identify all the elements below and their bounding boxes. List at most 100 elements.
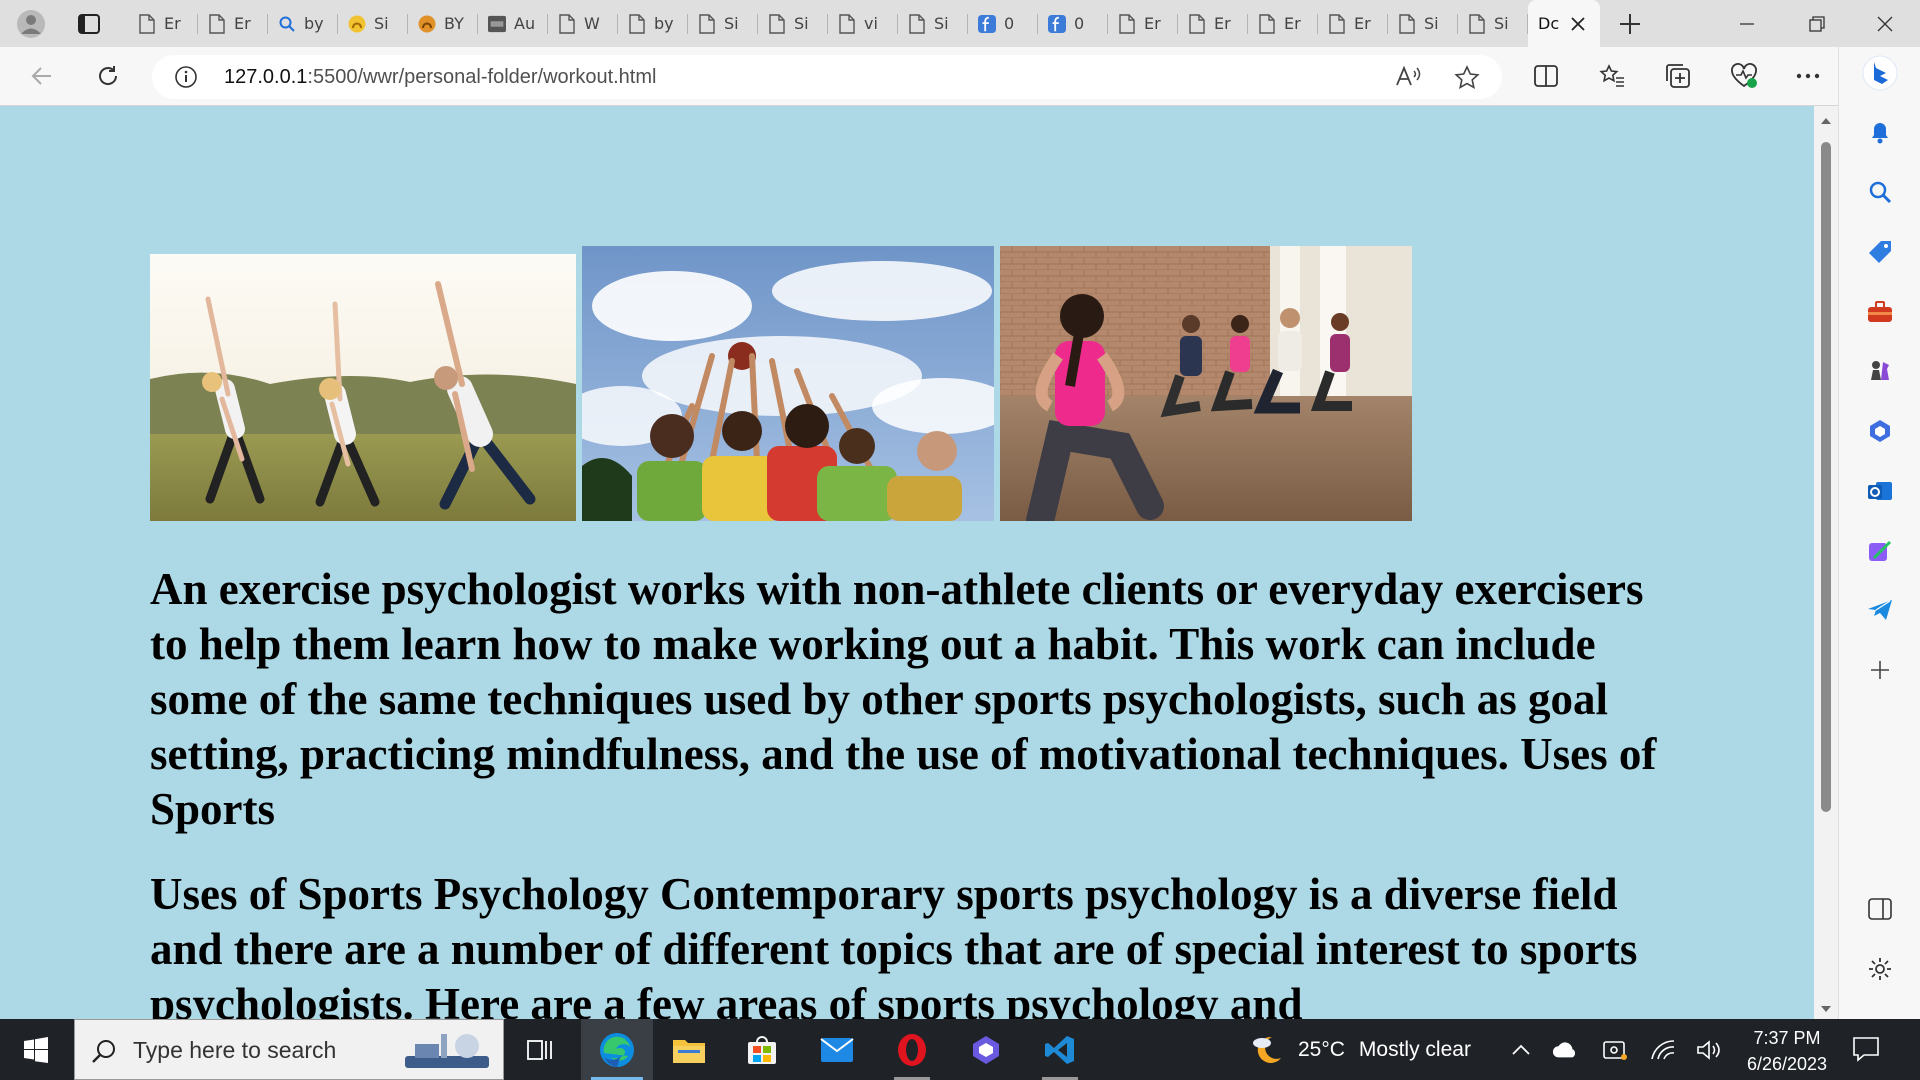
tab-list: Er Er by Si BY Au Wby Si Si vi Si 0 0 Er Er Er Er Si Si Dc xyxy=(128,0,1600,47)
microsoft-365-icon[interactable] xyxy=(1862,413,1898,449)
restore-button[interactable] xyxy=(1794,6,1840,42)
windows-start-icon[interactable] xyxy=(12,1029,60,1071)
tab-actions-icon[interactable] xyxy=(72,8,106,40)
browser-tab[interactable]: 0 xyxy=(968,0,1038,47)
paragraph-1: An exercise psychologist works with non-… xyxy=(150,564,1657,834)
designer-icon[interactable] xyxy=(1862,532,1898,568)
back-button[interactable] xyxy=(22,57,62,95)
volume-speaker-icon[interactable] xyxy=(1696,1037,1722,1063)
system-clock[interactable]: 7:37 PM 6/26/2023 xyxy=(1732,1025,1842,1077)
new-tab-button[interactable] xyxy=(1612,6,1648,42)
close-tab-icon[interactable] xyxy=(1571,12,1585,36)
kids-reaching-for-ball-photo xyxy=(582,246,994,521)
weather-widget[interactable]: 25°C Mostly clear xyxy=(1250,1029,1471,1071)
browser-tab[interactable]: Er xyxy=(1178,0,1248,47)
browser-tab[interactable]: by xyxy=(268,0,338,47)
browser-tab[interactable]: 0 xyxy=(1038,0,1108,47)
outlook-icon[interactable] xyxy=(1862,473,1898,509)
browser-essentials-icon[interactable] xyxy=(1724,57,1764,95)
sidebar-settings-gear-icon[interactable] xyxy=(1862,951,1898,987)
page-icon xyxy=(908,13,926,34)
edge-sidebar xyxy=(1838,47,1920,1019)
page-icon xyxy=(698,13,716,34)
refresh-button[interactable] xyxy=(88,57,128,95)
browser-tab[interactable]: Si xyxy=(898,0,968,47)
browser-tab[interactable]: Er xyxy=(128,0,198,47)
favorite-star-icon[interactable] xyxy=(1454,65,1480,95)
search-sidebar-icon[interactable] xyxy=(1862,174,1898,210)
split-screen-icon[interactable] xyxy=(1526,57,1566,95)
page-icon xyxy=(1118,13,1136,34)
tab-strip: Er Er by Si BY Au Wby Si Si vi Si 0 0 Er Er Er Er Si Si Dc xyxy=(0,0,1920,47)
taskbar-search-box[interactable]: Type here to search xyxy=(74,1019,504,1080)
wifi-icon[interactable] xyxy=(1650,1037,1676,1063)
scroll-up-arrow-icon[interactable] xyxy=(1820,112,1832,124)
site-info-icon[interactable] xyxy=(174,65,198,89)
read-aloud-icon[interactable] xyxy=(1394,65,1422,93)
favorites-icon[interactable] xyxy=(1592,57,1632,95)
edge-taskbar-icon[interactable] xyxy=(581,1019,653,1080)
browser-tab[interactable]: Si xyxy=(1458,0,1528,47)
meet-now-icon[interactable] xyxy=(1602,1037,1628,1063)
scroll-thumb[interactable] xyxy=(1821,142,1831,812)
collections-icon[interactable] xyxy=(1658,57,1698,95)
browser-tab[interactable]: Si xyxy=(338,0,408,47)
hide-sidebar-icon[interactable] xyxy=(1862,891,1898,927)
taskbar-search-placeholder: Type here to search xyxy=(133,1037,337,1063)
browser-tab[interactable]: BY xyxy=(408,0,478,47)
action-center-icon[interactable] xyxy=(1852,1035,1882,1065)
onedrive-cloud-icon[interactable] xyxy=(1552,1037,1578,1063)
weather-condition: Mostly clear xyxy=(1358,1038,1471,1061)
profile-icon[interactable] xyxy=(14,8,48,40)
notifications-bell-icon[interactable] xyxy=(1862,115,1898,151)
games-chess-icon[interactable] xyxy=(1862,353,1898,389)
tools-briefcase-icon[interactable] xyxy=(1862,294,1898,330)
shopping-tag-icon[interactable] xyxy=(1862,234,1898,270)
browser-tab[interactable]: Si xyxy=(1388,0,1458,47)
add-sidebar-app-icon[interactable] xyxy=(1862,652,1898,688)
tab-label: 0 xyxy=(1004,14,1015,33)
browser-tab[interactable]: Er xyxy=(198,0,268,47)
browser-tab[interactable]: Er xyxy=(1248,0,1318,47)
task-view-icon[interactable] xyxy=(504,1019,576,1080)
browser-tab[interactable]: Er xyxy=(1108,0,1178,47)
more-options-icon[interactable] xyxy=(1788,57,1828,95)
page-icon xyxy=(1398,13,1416,34)
opera-browser-icon[interactable] xyxy=(876,1019,948,1080)
show-hidden-icons-chevron-icon[interactable] xyxy=(1508,1037,1534,1063)
browser-tab[interactable]: Si xyxy=(688,0,758,47)
page-icon xyxy=(558,13,576,34)
browser-tab[interactable]: Au xyxy=(478,0,548,47)
tab-label: by xyxy=(304,14,324,33)
copilot-app-icon[interactable] xyxy=(950,1019,1022,1080)
vscode-icon[interactable] xyxy=(1024,1019,1096,1080)
windows-taskbar: Type here to search 25°C Mostly clear 7:… xyxy=(0,1019,1920,1080)
tab-label: Si xyxy=(794,14,809,33)
mail-icon[interactable] xyxy=(801,1019,873,1080)
microsoft-store-icon[interactable] xyxy=(726,1019,798,1080)
page-scrollbar[interactable] xyxy=(1814,106,1838,1019)
f-logo-icon xyxy=(978,14,996,33)
close-window-button[interactable] xyxy=(1862,6,1908,42)
scroll-down-arrow-icon[interactable] xyxy=(1820,1000,1832,1012)
active-browser-tab[interactable]: Dc xyxy=(1528,0,1600,47)
minimize-button[interactable] xyxy=(1724,6,1770,42)
tab-label: Dc xyxy=(1538,14,1560,33)
browser-tab[interactable]: W xyxy=(548,0,618,47)
file-explorer-icon[interactable] xyxy=(653,1019,725,1080)
browser-tab[interactable]: Er xyxy=(1318,0,1388,47)
bing-copilot-icon[interactable] xyxy=(1862,55,1898,91)
browser-tab[interactable]: vi xyxy=(828,0,898,47)
send-telegram-icon[interactable] xyxy=(1862,592,1898,628)
browser-tab[interactable]: Si xyxy=(758,0,828,47)
paragraph-2: Uses of Sports Psychology Contemporary s… xyxy=(150,869,1638,1019)
yellow-logo-icon xyxy=(348,15,366,33)
address-bar[interactable]: 127.0.0.1:5500/wwr/personal-folder/worko… xyxy=(152,55,1502,99)
browser-tab[interactable]: by xyxy=(618,0,688,47)
url-text[interactable]: 127.0.0.1:5500/wwr/personal-folder/worko… xyxy=(224,66,656,89)
page-icon xyxy=(628,13,646,34)
page-icon xyxy=(138,13,156,34)
clock-date: 6/26/2023 xyxy=(1746,1054,1828,1074)
page-icon xyxy=(768,13,786,34)
weather-temperature: 25°C xyxy=(1298,1038,1345,1061)
